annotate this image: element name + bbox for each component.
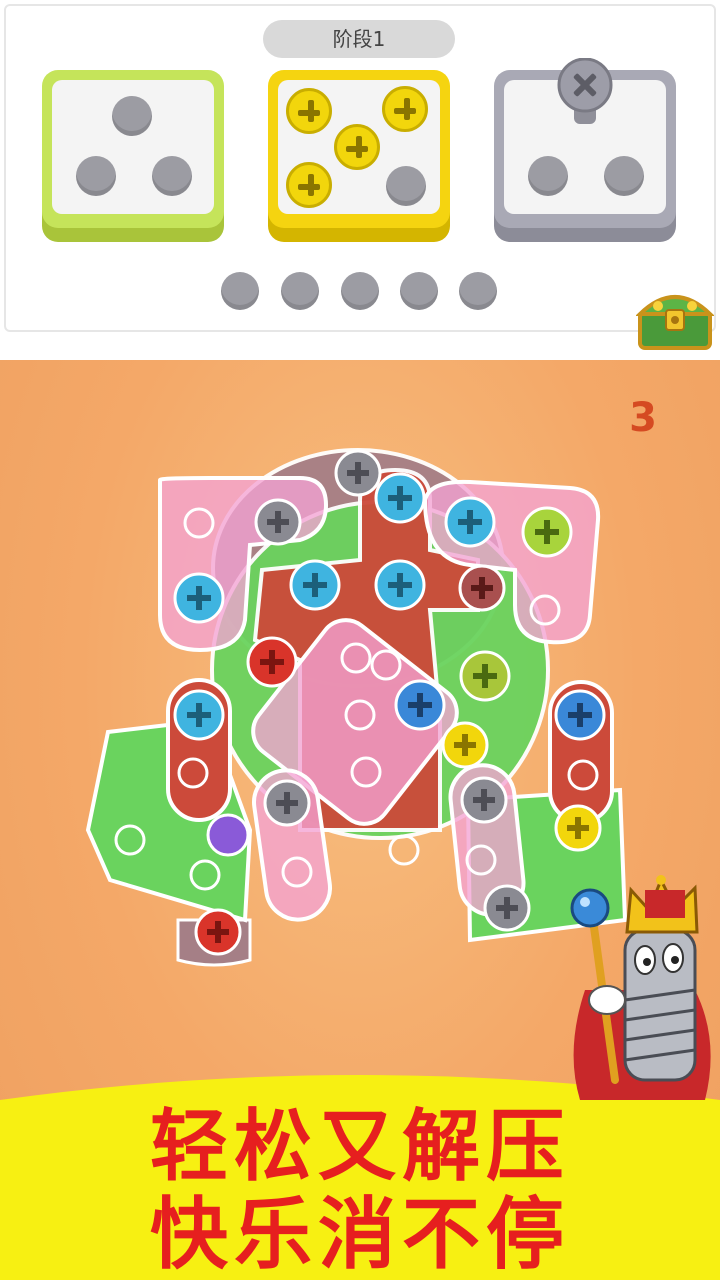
blue-screw-icon [374,559,426,611]
empty-hole [152,156,192,196]
empty-hole [76,156,116,196]
purple-screw-icon [206,813,250,857]
blue-screw-icon [173,572,225,624]
gray-screw-icon [263,779,311,827]
yellow-screw-icon [441,721,489,769]
stage-label: 阶段1 [263,20,455,58]
blue-screw-icon [554,689,606,741]
yellow-screw-icon [286,88,332,134]
yellow-screw-icon [334,124,380,170]
yellow-screw-icon [286,162,332,208]
empty-hole [112,96,152,136]
red-screw-icon [194,908,242,956]
yellow-screw-icon [382,86,428,132]
red-screw-icon [458,564,506,612]
green-screw-icon [459,650,511,702]
gray-screw-icon [254,498,302,546]
target-box-yellow[interactable] [268,70,450,242]
gray-screw-icon [483,884,531,932]
spare-slot [221,272,259,310]
target-panel: 阶段1 [0,0,720,336]
blue-screw-icon [173,689,225,741]
plate-hole [388,834,420,866]
blue-screw-icon [444,496,496,548]
yellow-screw-icon [554,804,602,852]
treasure-chest-icon[interactable] [636,284,714,352]
spare-slot [459,272,497,310]
empty-hole [604,156,644,196]
green-screw-icon [521,506,573,558]
slogan-line-2: 快乐消不停 [149,1190,570,1280]
blue-screw-icon [394,679,446,731]
king-screw-mascot [570,875,711,1100]
blue-screw-icon [374,472,426,524]
empty-hole [386,166,426,206]
gray-screw-icon [334,449,382,497]
target-box-green[interactable] [42,70,224,242]
target-box-gray[interactable] [494,58,676,242]
spare-slot [400,272,438,310]
spare-slot [341,272,379,310]
gray-screw-icon [460,776,508,824]
empty-hole [528,156,568,196]
spare-slot [281,272,319,310]
red-screw-icon [246,636,298,688]
blue-screw-icon [289,559,341,611]
gray-screw-icon [557,58,613,124]
